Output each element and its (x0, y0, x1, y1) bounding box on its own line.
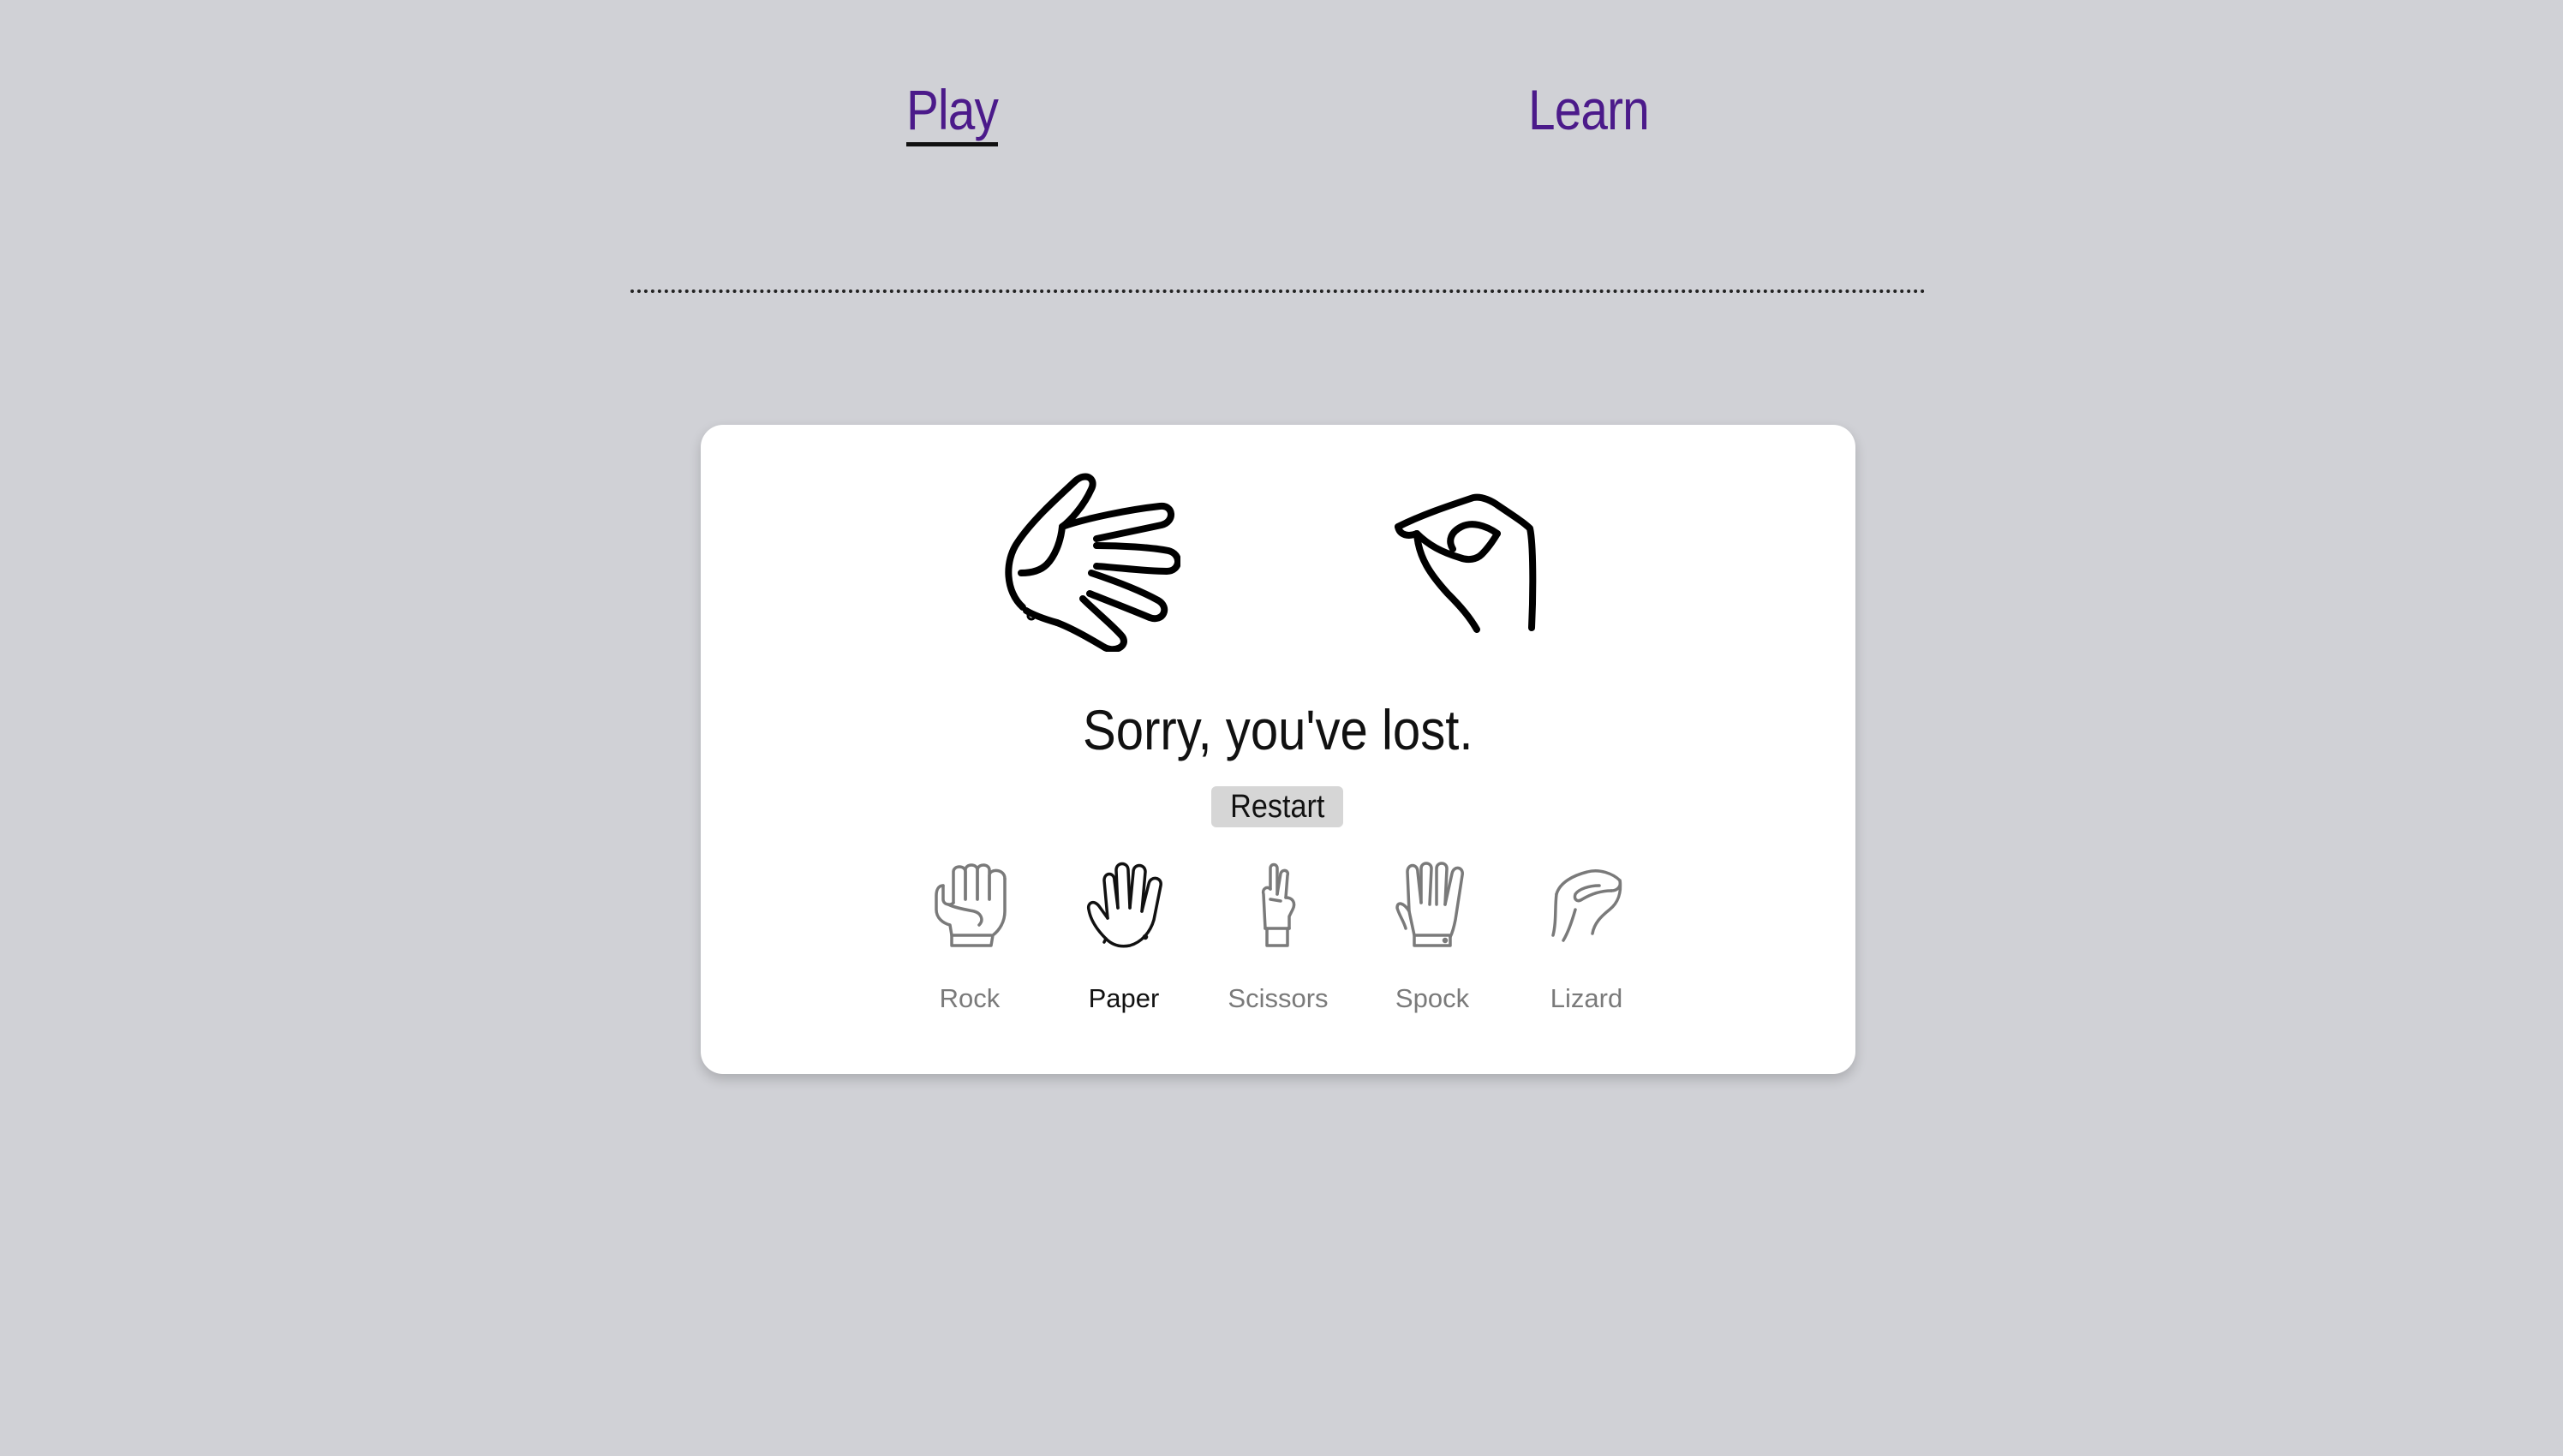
restart-button[interactable]: Restart (1211, 786, 1343, 827)
choice-label-paper: Paper (1088, 983, 1160, 1013)
nav-link-play[interactable]: Play (906, 75, 999, 144)
dotted-divider (630, 289, 1926, 293)
choice-scissors[interactable]: Scissors (1218, 860, 1338, 1031)
choice-label-scissors: Scissors (1228, 983, 1329, 1013)
paper-hand-icon (1086, 862, 1162, 948)
choice-spock[interactable]: Spock (1372, 860, 1492, 1031)
choice-label-spock: Spock (1395, 983, 1470, 1013)
choice-paper[interactable]: Paper (1064, 860, 1184, 1031)
result-text: Sorry, you've lost. (1083, 698, 1473, 761)
computer-lizard-hand-icon (1395, 493, 1537, 633)
restart-label: Restart (1229, 789, 1325, 825)
spock-hand-icon (1395, 862, 1464, 947)
scissors-hand-icon (1261, 862, 1296, 947)
choice-label-lizard: Lizard (1550, 983, 1623, 1013)
result-message: Sorry, you've lost. (701, 697, 1855, 762)
choice-label-rock: Rock (939, 983, 1001, 1013)
top-navigation: Play Learn (0, 0, 2563, 171)
rock-hand-icon (935, 863, 1007, 947)
player-paper-hand-icon (1005, 473, 1180, 652)
nav-link-learn[interactable]: Learn (1528, 75, 1650, 144)
game-card: Sorry, you've lost. Restart Rock Paper S… (701, 425, 1855, 1074)
lizard-hand-icon (1551, 869, 1622, 942)
choice-lizard[interactable]: Lizard (1526, 860, 1646, 1031)
active-tab-underline (906, 142, 998, 146)
choice-rock[interactable]: Rock (910, 860, 1030, 1031)
